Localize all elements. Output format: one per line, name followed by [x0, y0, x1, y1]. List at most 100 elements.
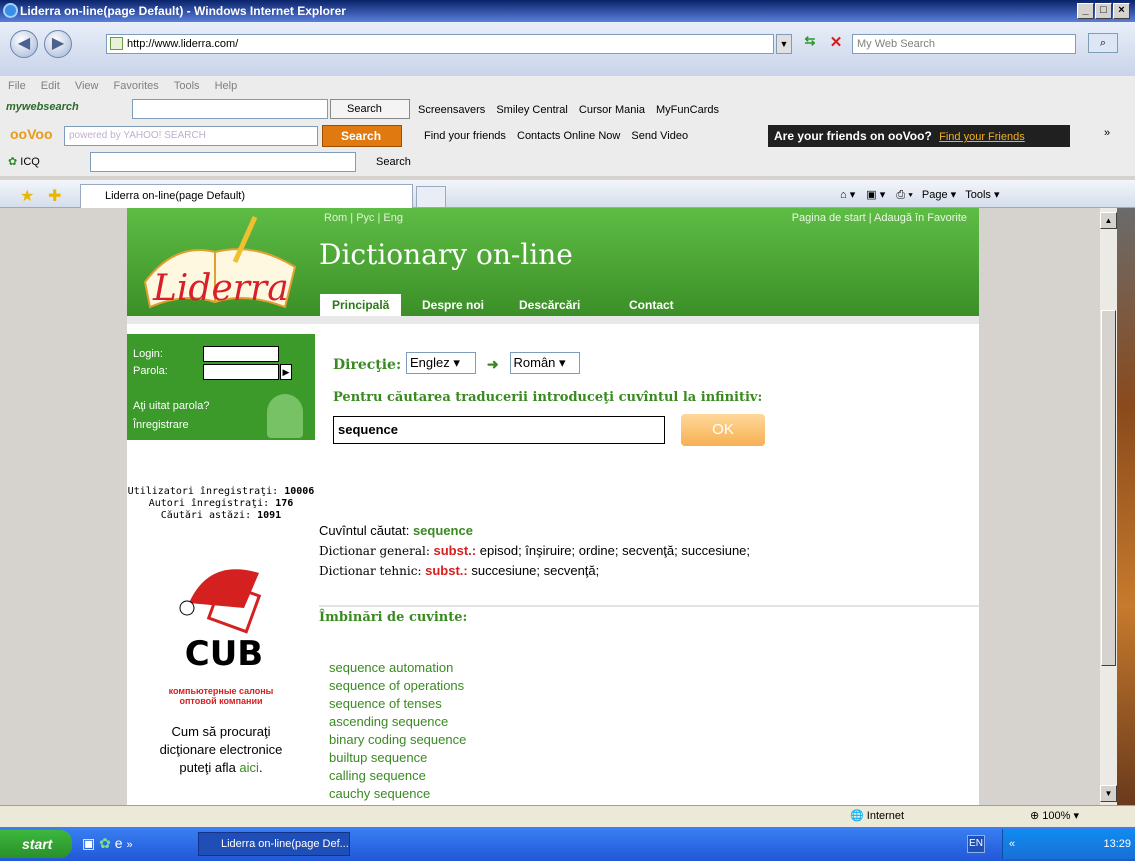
start-favorites-links[interactable]: Pagina de start | Adaugă în Favorite [792, 212, 967, 224]
buy-here-link[interactable]: aici [239, 760, 259, 775]
oovoo-promo-text: Are your friends on ooVoo? [774, 129, 932, 143]
menu-favorites[interactable]: Favorites [114, 80, 159, 92]
searched-word: sequence [412, 523, 473, 538]
cub-sub-line2: оптовой компании [179, 696, 263, 706]
stop-icon[interactable]: ✕ [826, 33, 846, 53]
find-friends-link[interactable]: Find your friends [424, 126, 506, 146]
register-link[interactable]: Înregistrare [133, 419, 189, 431]
new-tab-button[interactable] [416, 186, 446, 208]
desktop-background-edge [1117, 208, 1135, 805]
print-icon[interactable]: ⎙ ▾ [896, 189, 912, 201]
technical-dictionary-line: Dictionar tehnic: subst.: succesiune; se… [319, 562, 599, 580]
home-icon[interactable]: ⌂ ▾ [840, 189, 855, 201]
nav-descarcari[interactable]: Descărcări [507, 294, 592, 316]
close-button[interactable]: × [1113, 3, 1130, 19]
mws-search-button[interactable]: Search [330, 99, 410, 119]
phrase-link[interactable]: sequence of operations [329, 677, 466, 695]
menu-file[interactable]: File [8, 80, 26, 92]
tray-expand[interactable]: « [1009, 829, 1015, 859]
refresh-icon[interactable]: ⇆ [800, 33, 820, 53]
icq-search-input[interactable] [90, 152, 356, 172]
nav-contact[interactable]: Contact [617, 294, 686, 316]
mws-search-input[interactable] [132, 99, 328, 119]
icq-search-button[interactable]: Search [376, 152, 411, 172]
phrase-link[interactable]: calling sequence [329, 767, 466, 785]
address-dropdown-button[interactable]: ▼ [776, 34, 792, 54]
menu-view[interactable]: View [75, 80, 99, 92]
phrase-link[interactable]: sequence of tenses [329, 695, 466, 713]
contacts-online-link[interactable]: Contacts Online Now [517, 126, 620, 146]
menu-help[interactable]: Help [215, 80, 238, 92]
stat-authors: Autori înregistraţi: 176 [148, 498, 294, 509]
maximize-button[interactable]: □ [1095, 3, 1112, 19]
lang-to-select[interactable]: Român ▾ [509, 352, 580, 374]
internet-zone[interactable]: 🌐 Internet [850, 806, 904, 826]
tools-menu[interactable]: Tools ▾ [965, 189, 999, 201]
clock[interactable]: 13:29 [1103, 838, 1131, 850]
scroll-down-button[interactable]: ▼ [1100, 785, 1117, 802]
send-video-link[interactable]: Send Video [631, 126, 688, 146]
minimize-button[interactable]: _ [1077, 3, 1094, 19]
mywebsearch-brand[interactable]: mywebsearch [6, 96, 79, 118]
desktop-icon[interactable]: ▣ [82, 835, 95, 851]
window-title: Liderra on-line(page Default) - Windows … [20, 4, 346, 18]
phrase-link[interactable]: cauchy sequence [329, 785, 466, 803]
cub-ad-logo[interactable]: CUB [149, 553, 299, 683]
phrase-link[interactable]: sequence automation [329, 659, 466, 677]
search-go-button[interactable]: ⌕ [1088, 33, 1118, 53]
nav-despre-noi[interactable]: Despre noi [410, 294, 496, 316]
back-button[interactable]: ◀ [10, 30, 38, 58]
password-input[interactable] [203, 364, 279, 380]
address-input[interactable]: http://www.liderra.com/ [106, 34, 774, 54]
buy-line1: Cum să procuraţi [171, 724, 271, 739]
phrase-link[interactable]: binary coding sequence [329, 731, 466, 749]
phrase-link[interactable]: ascending sequence [329, 713, 466, 731]
liderra-logo[interactable]: Liderra [135, 212, 307, 314]
cursor-mania-link[interactable]: Cursor Mania [579, 100, 645, 120]
screensavers-link[interactable]: Screensavers [418, 100, 485, 120]
oovoo-search-label: Search [341, 129, 382, 143]
ok-button[interactable]: OK [681, 414, 765, 446]
phrase-link[interactable]: builtup sequence [329, 749, 466, 767]
word-search-input[interactable]: sequence [333, 416, 665, 444]
oovoo-brand[interactable]: ooVoo [10, 126, 53, 142]
menu-edit[interactable]: Edit [41, 80, 60, 92]
oovoo-search-button[interactable]: Search [322, 125, 402, 147]
login-input[interactable] [203, 346, 279, 362]
quicklaunch-more[interactable]: » [126, 839, 132, 851]
add-favorites-icon[interactable]: ✚ [48, 186, 61, 206]
web-search-input[interactable]: My Web Search [852, 34, 1076, 54]
quicklaunch-icons: ▣ ✿ e » [82, 835, 133, 852]
tab-liderra[interactable]: Liderra on-line(page Default) [80, 184, 413, 208]
menu-tools[interactable]: Tools [174, 80, 200, 92]
language-indicator[interactable]: EN [967, 835, 985, 853]
ie-quick-icon[interactable]: e [115, 835, 123, 851]
nav-principala[interactable]: Principală [320, 294, 402, 316]
yahoo-search-input[interactable]: powered by YAHOO! SEARCH [64, 126, 318, 146]
login-submit-button[interactable]: ▶ [280, 364, 292, 380]
toolbar-more-chevron[interactable]: » [1104, 127, 1110, 139]
icq-brand[interactable]: ✿ ICQ [8, 152, 40, 172]
myfuncards-link[interactable]: MyFunCards [656, 100, 719, 120]
scroll-thumb[interactable] [1101, 310, 1116, 666]
language-links[interactable]: Rom | Рус | Eng [324, 212, 403, 224]
favorites-star-icon[interactable]: ★ [20, 186, 34, 206]
taskbar-item-liderra[interactable]: Liderra on-line(page Def... [198, 832, 350, 856]
feeds-icon[interactable]: ▣ ▾ [866, 189, 885, 201]
forgot-password-link[interactable]: Aţi uitat parola? [133, 400, 209, 412]
page-menu[interactable]: Page ▾ [922, 189, 956, 201]
forward-button[interactable]: ▶ [44, 30, 72, 58]
window-title-bar[interactable]: Liderra on-line(page Default) - Windows … [0, 0, 1135, 22]
ie-icon [3, 3, 18, 18]
scroll-up-button[interactable]: ▲ [1100, 212, 1117, 229]
start-button[interactable]: start [0, 830, 72, 858]
icq-tray-icon[interactable]: ✿ [99, 835, 111, 851]
lang-from-select[interactable]: Englez ▾ [406, 352, 477, 374]
command-bar: ⌂ ▾ ▣ ▾ ⎙ ▾ Page ▾ Tools ▾ [840, 188, 1000, 202]
oovoo-promo-link[interactable]: Find your Friends [939, 131, 1025, 143]
oovoo-promo-banner[interactable]: Are your friends on ooVoo? Find your Fri… [768, 125, 1070, 147]
zoom-control[interactable]: ⊕ 100% ▾ [1030, 806, 1079, 826]
smiley-central-link[interactable]: Smiley Central [496, 100, 568, 120]
web-search-placeholder: My Web Search [857, 38, 936, 50]
direction-label: Direcţie: [333, 357, 402, 373]
